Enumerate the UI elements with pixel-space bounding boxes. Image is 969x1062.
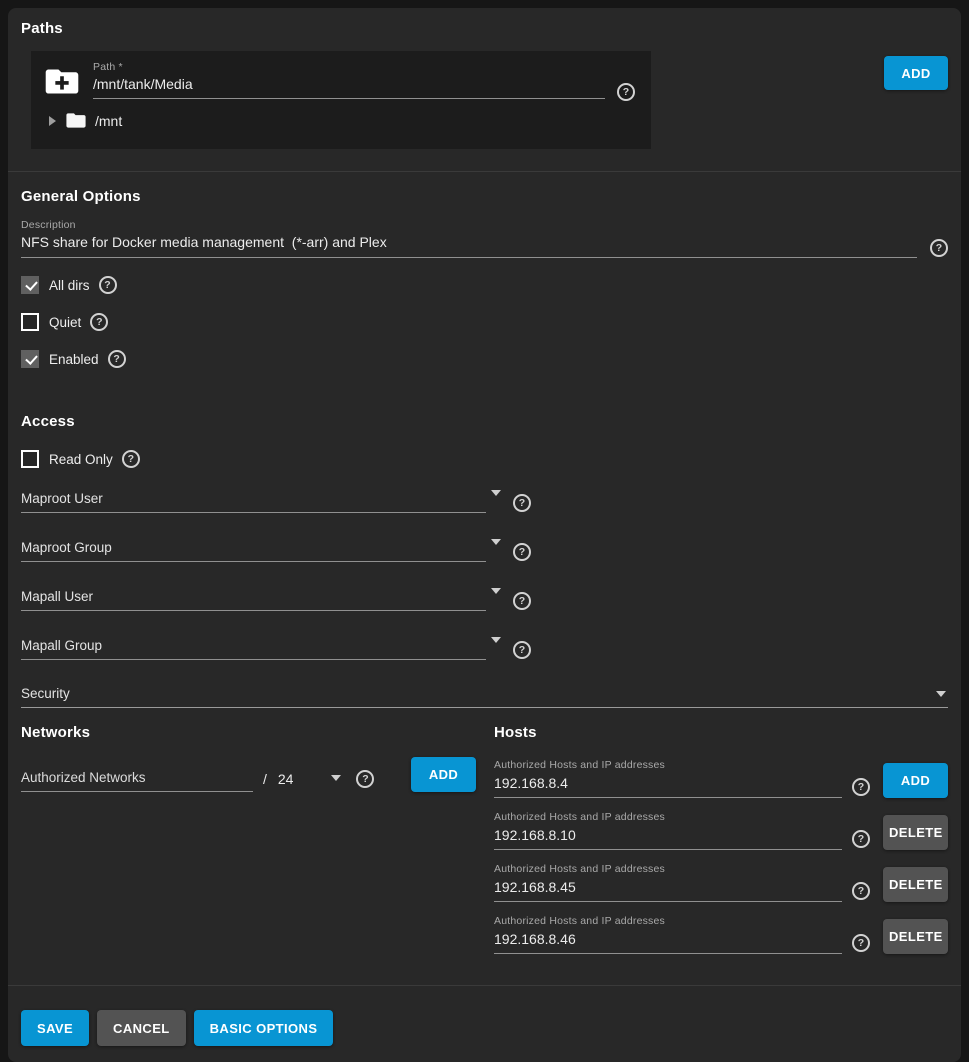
chevron-down-icon [936,691,946,697]
authorized-host-value: 192.168.8.4 [494,775,842,791]
authorized-host-label: Authorized Hosts and IP addresses [494,759,842,771]
description-help-icon[interactable] [930,239,948,257]
security-label: Security [21,686,70,701]
enabled-checkbox[interactable] [21,350,39,368]
authorized-host-help-icon[interactable] [852,830,870,848]
netmask-select[interactable]: 24 [278,771,294,787]
authorized-host-input[interactable]: Authorized Hosts and IP addresses 192.16… [494,759,842,798]
checkbox-row-read-only: Read Only [21,450,948,468]
mapall-group-row: Mapall Group [21,637,948,660]
authorized-host-label: Authorized Hosts and IP addresses [494,811,842,823]
authorized-host-input[interactable]: Authorized Hosts and IP addresses 192.16… [494,915,842,954]
footer-actions: SAVE CANCEL BASIC OPTIONS [8,986,961,1062]
add-network-button[interactable]: ADD [411,757,476,792]
path-input[interactable]: Path * /mnt/tank/Media [93,61,605,99]
quiet-label: Quiet [49,315,81,330]
add-path-button[interactable]: ADD [884,56,948,90]
read-only-help-icon[interactable] [122,450,140,468]
quiet-checkbox[interactable] [21,313,39,331]
chevron-down-icon [491,588,501,594]
read-only-label: Read Only [49,452,113,467]
access-heading: Access [21,413,948,430]
networks-heading: Networks [21,724,476,741]
chevron-down-icon [491,490,501,496]
authorized-host-value: 192.168.8.46 [494,931,842,947]
mapall-user-help-icon[interactable] [513,592,531,610]
authorized-networks-help-icon[interactable] [356,770,374,788]
mapall-user-select[interactable]: Mapall User [21,589,486,611]
authorized-host-input[interactable]: Authorized Hosts and IP addresses 192.16… [494,863,842,902]
quiet-help-icon[interactable] [90,313,108,331]
all-dirs-checkbox[interactable] [21,276,39,294]
read-only-checkbox[interactable] [21,450,39,468]
basic-options-button[interactable]: BASIC OPTIONS [194,1010,334,1046]
host-row: Authorized Hosts and IP addresses 192.16… [494,859,948,902]
authorized-host-label: Authorized Hosts and IP addresses [494,863,842,875]
general-options-section: General Options Description NFS share fo… [8,172,961,387]
authorized-host-label: Authorized Hosts and IP addresses [494,915,842,927]
host-row: Authorized Hosts and IP addresses 192.16… [494,911,948,954]
checkbox-row-quiet: Quiet [21,313,948,331]
path-input-label: Path * [93,61,605,73]
networks-hosts-section: Networks Authorized Networks / 24 ADD Ho… [8,708,961,985]
chevron-down-icon [491,539,501,545]
delete-host-button[interactable]: DELETE [883,919,948,954]
host-row: Authorized Hosts and IP addresses 192.16… [494,755,948,798]
footer-spacer [341,1010,948,1046]
maproot-group-select[interactable]: Maproot Group [21,540,486,562]
chevron-down-icon [491,637,501,643]
networks-column: Networks Authorized Networks / 24 ADD [21,724,476,963]
chevron-down-icon [331,775,341,781]
authorized-host-value: 192.168.8.10 [494,827,842,843]
delete-host-button[interactable]: DELETE [883,815,948,850]
all-dirs-label: All dirs [49,278,90,293]
authorized-host-help-icon[interactable] [852,778,870,796]
folder-icon [66,112,86,129]
maproot-user-help-icon[interactable] [513,494,531,512]
nfs-share-form-card: Paths Path * /mnt/tank/Media [8,8,961,1062]
path-help-icon[interactable] [617,83,635,101]
checkbox-row-all-dirs: All dirs [21,276,948,294]
tree-expand-icon[interactable] [49,116,56,126]
all-dirs-help-icon[interactable] [99,276,117,294]
path-explorer-panel: Path * /mnt/tank/Media /mnt [31,51,651,149]
path-input-value: /mnt/tank/Media [93,76,605,98]
paths-heading: Paths [21,20,948,37]
authorized-networks-input[interactable]: Authorized Networks [21,770,253,792]
paths-section: Paths Path * /mnt/tank/Media [8,8,961,171]
tree-node-mnt[interactable]: /mnt [45,112,635,129]
maproot-group-row: Maproot Group [21,539,948,562]
host-row: Authorized Hosts and IP addresses 192.16… [494,807,948,850]
maproot-group-help-icon[interactable] [513,543,531,561]
cancel-button[interactable]: CANCEL [97,1010,186,1046]
access-section: Access Read Only Maproot User Maproot Gr… [8,387,961,708]
tree-node-label: /mnt [95,113,122,129]
security-select[interactable]: Security [21,686,948,708]
delete-host-button[interactable]: DELETE [883,867,948,902]
authorized-networks-row: Authorized Networks / 24 ADD [21,757,476,792]
maproot-user-row: Maproot User [21,490,948,513]
description-label: Description [21,219,948,231]
add-host-button[interactable]: ADD [883,763,948,798]
authorized-host-value: 192.168.8.45 [494,879,842,895]
description-value: NFS share for Docker media management (*… [21,234,387,250]
general-options-heading: General Options [21,188,948,205]
hosts-heading: Hosts [494,724,948,741]
authorized-host-help-icon[interactable] [852,882,870,900]
hosts-column: Hosts Authorized Hosts and IP addresses … [494,724,948,963]
save-button[interactable]: SAVE [21,1010,89,1046]
folder-plus-icon[interactable] [45,67,79,101]
description-input[interactable]: NFS share for Docker media management (*… [21,234,917,258]
authorized-host-input[interactable]: Authorized Hosts and IP addresses 192.16… [494,811,842,850]
netmask-slash: / [263,771,267,787]
maproot-user-select[interactable]: Maproot User [21,491,486,513]
mapall-group-select[interactable]: Mapall Group [21,638,486,660]
enabled-help-icon[interactable] [108,350,126,368]
mapall-user-row: Mapall User [21,588,948,611]
mapall-group-help-icon[interactable] [513,641,531,659]
enabled-label: Enabled [49,352,99,367]
authorized-host-help-icon[interactable] [852,934,870,952]
checkbox-row-enabled: Enabled [21,350,948,368]
